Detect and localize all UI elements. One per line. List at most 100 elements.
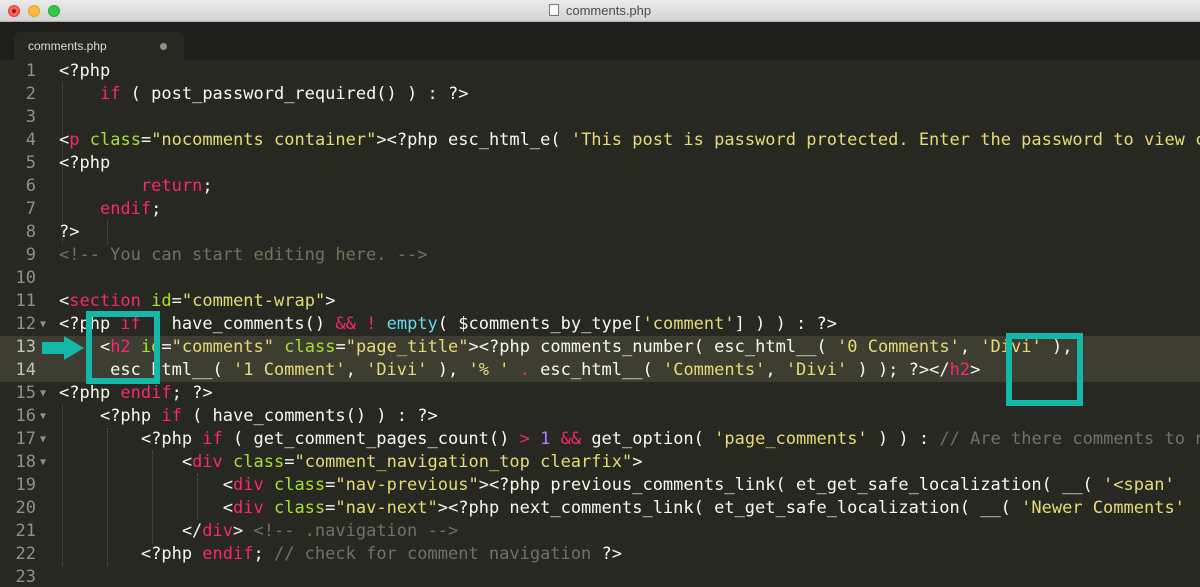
code-line[interactable]: 17 ▼ <?php if ( get_comment_pages_count()… [0,428,1200,451]
code-token: <?php [59,544,203,564]
code-token: ; [151,199,162,219]
code-token: , [959,337,981,357]
code-text: esc_html__( '1 Comment', 'Divi' ), '% ' … [59,359,980,382]
code-token: ), [427,360,469,380]
code-token: ; ?> [171,383,213,403]
code-token: ] ) ) : ?> [734,314,837,334]
code-line[interactable]: 1 <?php [0,60,1200,83]
code-token: <!-- .navigation --> [253,521,459,541]
code-text: <?php if ( have_comments() ) : ?> [59,405,438,428]
code-token: = [171,291,182,311]
code-line[interactable]: 3 [0,106,1200,129]
line-number: 3 [25,107,36,127]
code-token: ?> [591,544,622,564]
code-line[interactable]: 21 </div> <!-- .navigation --> [0,520,1200,543]
line-number: 2 [25,84,36,104]
code-line[interactable]: 9 <!-- You can start editing here. --> [0,244,1200,267]
code-token: < [59,498,233,518]
code-token: h2 [949,360,971,380]
unsaved-dot-icon[interactable] [160,43,167,50]
code-token: ; [202,176,213,196]
line-number: 20 [15,498,36,518]
code-token: 1 [540,429,551,449]
code-token: 'This post is password protected. Enter … [570,130,1200,150]
code-line[interactable]: 6 return; [0,175,1200,198]
code-token: < [59,291,70,311]
code-token: ( post_password_required() ) : ?> [120,84,469,104]
code-text: <p class="nocomments container"><?php es… [59,129,1200,152]
code-text: <?php [59,152,110,175]
code-text: </div> <!-- .navigation --> [59,520,458,543]
code-editor[interactable]: 1 <?php 2 if ( post_password_required() ) … [0,60,1200,587]
code-token: = [325,475,336,495]
annotation-arrow-shaft [42,342,66,354]
code-token: = [284,452,295,472]
code-token: < [59,452,193,472]
code-token: // Are there comments to navigate throug… [939,429,1200,449]
code-token: ! [366,314,377,334]
code-token: ( $comments_by_type[ [437,314,643,334]
line-number: 18 [15,452,36,472]
code-line[interactable]: 10 [0,267,1200,290]
fold-arrow-icon[interactable]: ▼ [40,428,52,451]
code-token: ?> [59,222,80,242]
code-line[interactable]: 16 ▼ <?php if ( have_comments() ) : ?> [0,405,1200,428]
code-token: 'Divi' [785,360,848,380]
code-token: > [233,521,254,541]
code-token: <?php [59,406,162,426]
code-token: <?php [59,383,121,403]
code-token: > [970,360,981,380]
tab-comments-php[interactable]: comments.php [14,32,184,60]
code-token: id [151,291,172,311]
code-line[interactable]: 22 <?php endif; // check for comment nav… [0,543,1200,566]
code-token: = [325,498,336,518]
code-token: 'Divi' [366,360,428,380]
line-number: 15 [15,383,36,403]
code-text: <?php endif; // check for comment naviga… [59,543,622,566]
code-line[interactable]: 7 endif; [0,198,1200,221]
fold-arrow-icon[interactable]: ▼ [40,313,52,336]
code-token: . [519,360,530,380]
line-number: 12 [15,314,36,334]
code-text: <!-- You can start editing here. --> [59,244,427,267]
code-line[interactable]: 4 <p class="nocomments container"><?php e… [0,129,1200,152]
code-token: '% ' [468,360,510,380]
code-line[interactable]: 23 [0,566,1200,587]
code-token: endif [99,199,152,219]
code-line[interactable]: 11 <section id="comment-wrap"> [0,290,1200,313]
code-line[interactable]: 18 ▼ <div class="comment_navigation_top c… [0,451,1200,474]
code-token: div [233,498,264,518]
code-line[interactable]: 5 <?php [0,152,1200,175]
code-token: ) ) : [867,429,940,449]
code-token: "comment_navigation_top clearfix" [294,452,633,472]
code-token: = [335,337,346,357]
code-token: '0 Comments' [837,337,960,357]
code-text: ?> [59,221,79,244]
line-number: 22 [15,544,36,564]
code-token: <?php [59,429,203,449]
code-line[interactable]: 20 <div class="nav-next"><?php next_comm… [0,497,1200,520]
fold-arrow-icon[interactable]: ▼ [40,451,52,474]
code-token: esc_html__( [529,360,663,380]
line-number: 10 [15,268,36,288]
code-token: ) ); ?></ [847,360,950,380]
fold-arrow-icon[interactable]: ▼ [40,405,52,428]
fold-arrow-icon[interactable]: ▼ [40,382,52,405]
code-token: ( have_comments() [140,314,336,334]
code-line[interactable]: 2 if ( post_password_required() ) : ?> [0,83,1200,106]
code-line[interactable]: 19 <div class="nav-previous"><?php previ… [0,474,1200,497]
code-text: <h2 id="comments" class="page_title"><?p… [59,336,1073,359]
line-number: 21 [15,521,36,541]
code-line[interactable]: 8 ?> [0,221,1200,244]
line-number: 5 [25,153,36,173]
